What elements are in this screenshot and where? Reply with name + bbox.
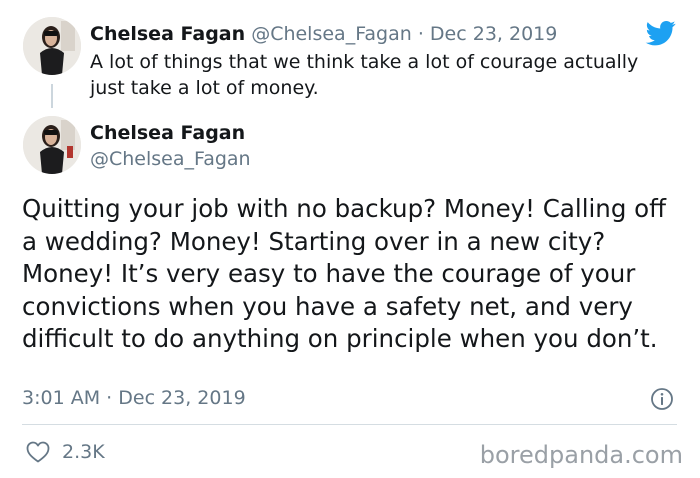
- tweet-time: 3:01 AM: [22, 387, 101, 409]
- tweet-date: Dec 23, 2019: [118, 387, 246, 409]
- reply-header: Chelsea Fagan @Chelsea_Fagan · Dec 23, 2…: [90, 21, 557, 47]
- reply-separator: ·: [417, 23, 424, 45]
- heart-icon: [26, 441, 50, 463]
- tweet-timestamp[interactable]: 3:01 AM · Dec 23, 2019: [22, 385, 246, 411]
- like-button[interactable]: 2.3K: [26, 438, 105, 466]
- timestamp-separator: ·: [106, 387, 113, 409]
- boredpanda-watermark: boredpanda.com: [479, 441, 683, 469]
- reply-author-handle[interactable]: @Chelsea_Fagan: [251, 23, 412, 45]
- info-icon[interactable]: [650, 387, 674, 411]
- main-author-avatar[interactable]: [23, 116, 81, 174]
- reply-date[interactable]: Dec 23, 2019: [430, 23, 557, 45]
- tweet-divider: [22, 424, 677, 425]
- main-tweet-text: Quitting your job with no backup? Money!…: [22, 194, 667, 353]
- reply-tweet-text: A lot of things that we think take a lot…: [90, 51, 639, 99]
- main-author-name[interactable]: Chelsea Fagan: [90, 120, 245, 146]
- reply-author-avatar[interactable]: [23, 17, 81, 75]
- main-author-handle[interactable]: @Chelsea_Fagan: [90, 146, 251, 172]
- like-count: 2.3K: [62, 441, 105, 463]
- reply-author-name[interactable]: Chelsea Fagan: [90, 23, 245, 45]
- twitter-bird-icon: [645, 21, 676, 46]
- thread-connector-line: [51, 84, 53, 108]
